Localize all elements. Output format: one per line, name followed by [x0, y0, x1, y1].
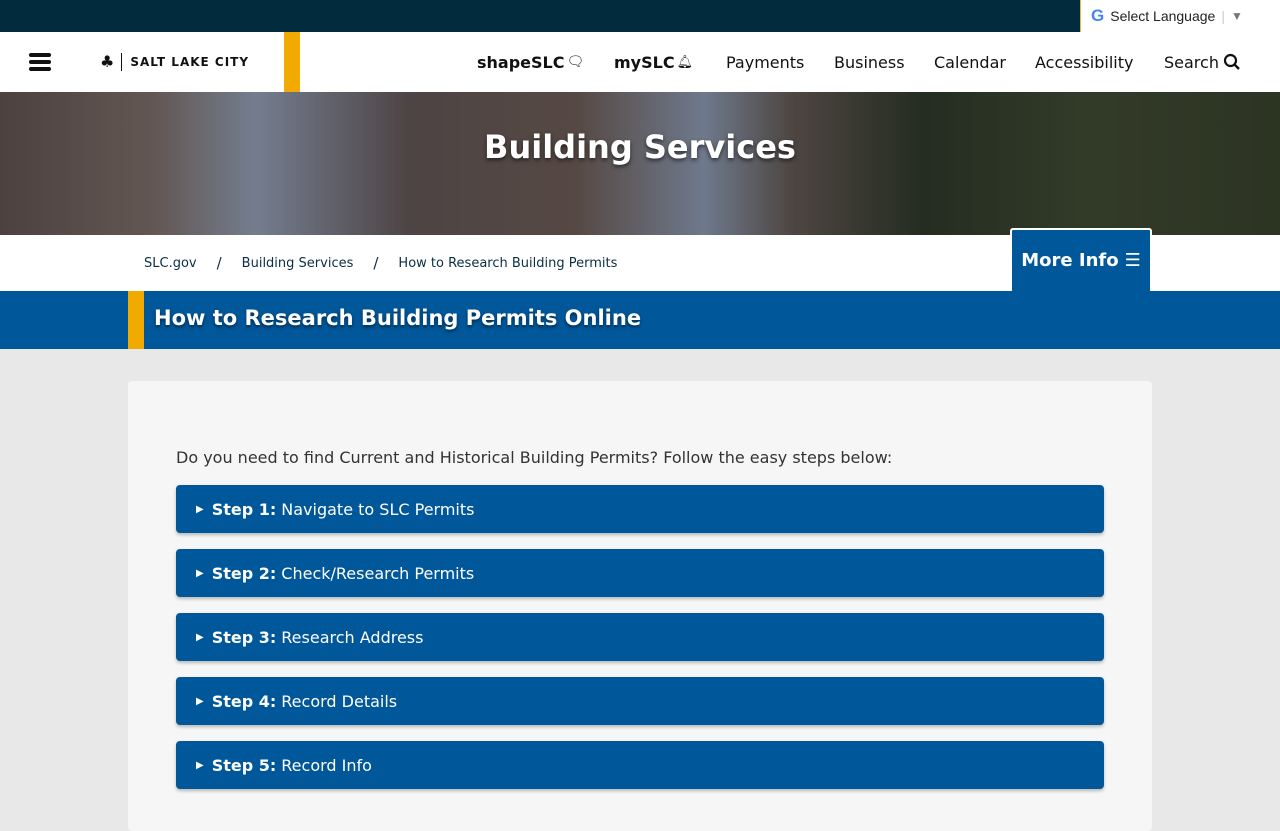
content-card: Do you need to find Current and Historic… [128, 381, 1152, 831]
page-title-bar: How to Research Building Permits Online [0, 291, 1280, 349]
step-3-accordion[interactable]: ▶ Step 3: Research Address [176, 613, 1104, 661]
breadcrumb-link-home[interactable]: SLC.gov [144, 256, 197, 271]
nav-calendar[interactable]: Calendar [934, 32, 1006, 92]
step-4-accordion[interactable]: ▶ Step 4: Record Details [176, 677, 1104, 725]
nav-payments[interactable]: Payments [726, 32, 804, 92]
nav-accessibility[interactable]: Accessibility [1035, 32, 1133, 92]
gold-accent [284, 32, 300, 92]
step-5-accordion[interactable]: ▶ Step 5: Record Info [176, 741, 1104, 789]
caret-right-icon: ▶ [196, 503, 204, 515]
nav-business[interactable]: Business [834, 32, 905, 92]
intro-text: Do you need to find Current and Historic… [176, 448, 893, 467]
breadcrumb-current[interactable]: How to Research Building Permits [398, 256, 617, 271]
tree-logo-icon: ♣ [100, 52, 116, 71]
step-1-accordion[interactable]: ▶ Step 1: Navigate to SLC Permits [176, 485, 1104, 533]
caret-right-icon: ▶ [196, 631, 204, 643]
caret-right-icon: ▶ [196, 759, 204, 771]
list-icon: ☰ [1124, 250, 1141, 271]
dropdown-arrow-icon: ▼ [1230, 9, 1243, 23]
breadcrumb-link-building-services[interactable]: Building Services [242, 256, 354, 271]
nav-myslc[interactable]: mySLC 🔔︎ [614, 32, 693, 92]
chat-bubbles-icon: 🗨 [566, 54, 585, 70]
divider: | [1221, 8, 1225, 24]
language-label: Select Language [1110, 8, 1216, 24]
hero-banner: Building Services [0, 92, 1280, 235]
nav-shapeslc[interactable]: shapeSLC 🗨 [477, 32, 584, 92]
page-title: How to Research Building Permits Online [154, 306, 642, 330]
hamburger-menu-icon[interactable] [29, 53, 51, 71]
google-icon: G [1091, 6, 1105, 25]
search-icon [1223, 53, 1240, 70]
nav-search[interactable]: Search [1164, 32, 1241, 92]
hero-title: Building Services [484, 128, 796, 166]
caret-right-icon: ▶ [196, 567, 204, 579]
site-header: ♣ SALT LAKE CITY shapeSLC 🗨 mySLC 🔔︎ Payme… [0, 32, 1280, 92]
logo-text: SALT LAKE CITY [130, 54, 250, 69]
step-2-accordion[interactable]: ▶ Step 2: Check/Research Permits [176, 549, 1104, 597]
caret-right-icon: ▶ [196, 695, 204, 707]
site-logo[interactable]: ♣ SALT LAKE CITY [100, 52, 249, 71]
more-info-button[interactable]: More Info ☰ [1010, 228, 1152, 291]
bell-icon: 🔔︎ [676, 54, 694, 70]
language-selector[interactable]: G Select Language | ▼ [1080, 0, 1280, 32]
